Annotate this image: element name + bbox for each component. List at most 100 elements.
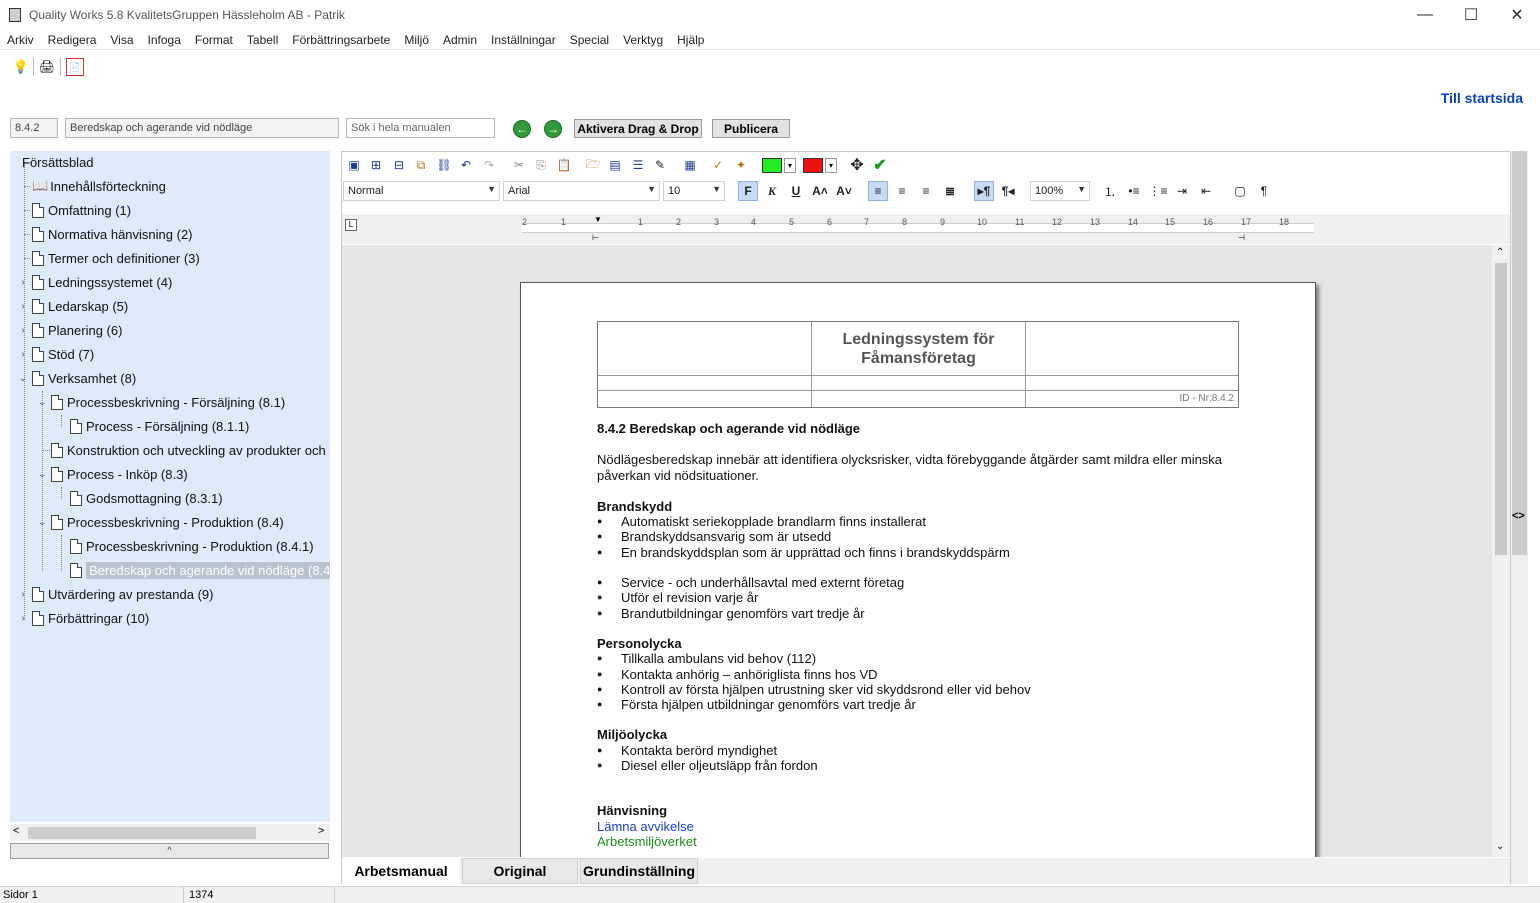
chevron-down-icon[interactable]: ⌄ <box>37 469 47 480</box>
back-arrow-icon[interactable]: ← <box>513 120 531 138</box>
scroll-thumb[interactable] <box>1495 263 1507 555</box>
pdf-icon[interactable]: 📄 <box>66 58 84 76</box>
panel-vertical-scrollbar[interactable]: <> <box>1511 151 1528 884</box>
ruler[interactable]: L 2 1 1 2 3 4 5 6 7 8 9 10 11 12 13 14 1… <box>342 214 1510 244</box>
menu-arkiv[interactable]: Arkiv <box>0 30 41 50</box>
pen-icon[interactable]: ✎ <box>650 155 670 175</box>
menu-forbattringsarbete[interactable]: Förbättringsarbete <box>285 30 397 50</box>
tree-item-stod[interactable]: › Stöd (7) <box>21 344 94 364</box>
print-icon[interactable]: 🖨 <box>38 58 56 76</box>
indent-icon[interactable]: ⇥ <box>1172 181 1192 201</box>
tree-item-utvardering[interactable]: › Utvärdering av prestanda (9) <box>21 584 213 604</box>
first-line-indent-marker[interactable]: ▼ <box>594 215 602 224</box>
redo-icon[interactable]: ↷ <box>479 155 499 175</box>
menu-format[interactable]: Format <box>188 30 240 50</box>
tab-original[interactable]: Original <box>462 858 578 884</box>
italic-button[interactable]: K <box>762 181 782 201</box>
chevron-right-icon[interactable]: › <box>18 589 28 600</box>
scroll-thumb[interactable] <box>1512 151 1527 555</box>
tree-item-termer[interactable]: Termer och definitioner (3) <box>32 248 200 268</box>
thesaurus-icon[interactable]: ✦ <box>731 155 751 175</box>
document-canvas[interactable]: Ledningssystem för Fåmansföretag ID - Nr… <box>342 245 1492 857</box>
font-select[interactable]: Arial ▼ <box>503 181 660 201</box>
rtl-icon[interactable]: ¶◂ <box>998 181 1018 201</box>
text-color-dropdown-icon[interactable]: ▾ <box>784 158 796 173</box>
ltr-icon[interactable]: ▸¶ <box>974 181 994 201</box>
align-left-icon[interactable]: ≡ <box>868 181 888 201</box>
bulb-icon[interactable]: 💡 <box>12 58 30 76</box>
tree-item-ledarskap[interactable]: › Ledarskap (5) <box>21 296 128 316</box>
chevron-down-icon[interactable]: ⌄ <box>37 517 47 528</box>
document-body[interactable]: 8.4.2 Beredskap och agerande vid nödläge… <box>597 421 1247 849</box>
tab-arbetsmanual[interactable]: Arbetsmanual <box>342 858 460 884</box>
right-indent-marker[interactable]: ⊣ <box>1238 233 1245 242</box>
grow-font-icon[interactable]: A˄ <box>810 181 830 201</box>
collapse-panel-button[interactable]: ^ <box>10 843 329 859</box>
scroll-down-icon[interactable]: ⌄ <box>1496 841 1504 852</box>
list-format-icon[interactable]: ☰ <box>628 155 648 175</box>
menu-infoga[interactable]: Infoga <box>141 30 188 50</box>
chevron-right-icon[interactable]: › <box>18 277 28 288</box>
scroll-right-icon[interactable]: > <box>318 825 324 837</box>
menu-installningar[interactable]: Inställningar <box>484 30 563 50</box>
page-icon[interactable]: ▢ <box>1230 181 1250 201</box>
document-vertical-scrollbar[interactable]: ⌃ ⌄ <box>1492 245 1510 857</box>
tree-item-beredskap[interactable]: Beredskap och agerande vid nödläge (8.4 <box>70 560 330 580</box>
tree-item-forsattsblad[interactable]: Försättsblad <box>22 152 94 172</box>
search-input[interactable]: Sök i hela manualen <box>346 118 495 138</box>
align-right-icon[interactable]: ≡ <box>916 181 936 201</box>
left-indent-marker[interactable]: ⊢ <box>592 233 599 242</box>
menu-hjalp[interactable]: Hjälp <box>670 30 711 50</box>
paste-icon[interactable]: 📋 <box>554 155 574 175</box>
highlight-color-swatch[interactable] <box>803 158 823 173</box>
tree-item-normativa[interactable]: Normativa hänvisning (2) <box>32 224 193 244</box>
chevron-right-icon[interactable]: › <box>18 613 28 624</box>
link-icon[interactable]: ⛓ <box>434 155 454 175</box>
chevron-down-icon[interactable]: ⌄ <box>18 373 28 384</box>
checkmark-icon[interactable]: ✔ <box>870 155 890 175</box>
tree-item-process-inkop[interactable]: ⌄ Process - Inköp (8.3) <box>38 464 188 484</box>
open-folder-icon[interactable]: 🗁 <box>583 155 603 175</box>
menu-miljo[interactable]: Miljö <box>397 30 436 50</box>
properties-icon[interactable]: ⧉ <box>411 155 431 175</box>
zoom-select[interactable]: 100% ▼ <box>1030 181 1090 201</box>
tree-item-process-produktion[interactable]: ⌄ Processbeskrivning - Produktion (8.4) <box>38 512 284 532</box>
close-button[interactable]: ✕ <box>1494 0 1540 30</box>
publish-button[interactable]: Publicera <box>712 119 790 138</box>
tree-item-forbattringar[interactable]: › Förbättringar (10) <box>21 608 149 628</box>
bold-button[interactable]: F <box>738 181 758 201</box>
menu-special[interactable]: Special <box>563 30 616 50</box>
tree-item-planering[interactable]: › Planering (6) <box>21 320 122 340</box>
image-icon[interactable]: ▤ <box>605 155 625 175</box>
numbered-list-icon[interactable]: ⒈ <box>1100 181 1120 201</box>
move-icon[interactable]: ✥ <box>847 155 867 175</box>
home-link[interactable]: Till startsida <box>1441 90 1523 106</box>
style-select[interactable]: Normal ▼ <box>343 181 500 201</box>
chevron-right-icon[interactable]: › <box>18 301 28 312</box>
tree-item-innehall[interactable]: 📖 Innehållsförteckning <box>32 176 166 196</box>
chevron-right-icon[interactable]: › <box>18 349 28 360</box>
shrink-font-icon[interactable]: A˅ <box>834 181 854 201</box>
section-number-field[interactable]: 8.4.2 <box>10 118 58 138</box>
delete-row-icon[interactable]: ⊟ <box>389 155 409 175</box>
copy-icon[interactable]: ⎘ <box>531 155 551 175</box>
font-size-select[interactable]: 10 ▼ <box>663 181 725 201</box>
undo-icon[interactable]: ↶ <box>456 155 476 175</box>
outdent-icon[interactable]: ⇤ <box>1196 181 1216 201</box>
maximize-button[interactable]: ☐ <box>1448 0 1494 30</box>
scroll-up-icon[interactable]: ⌃ <box>1496 247 1504 258</box>
save-icon[interactable]: ▣ <box>344 155 364 175</box>
menu-visa[interactable]: Visa <box>103 30 140 50</box>
arbetsmiljoverket-link[interactable]: Arbetsmiljöverket <box>597 834 1247 849</box>
cut-icon[interactable]: ✂ <box>509 155 529 175</box>
tree-item-omfattning[interactable]: Omfattning (1) <box>32 200 131 220</box>
spellcheck-icon[interactable]: ✓ <box>708 155 728 175</box>
multilevel-list-icon[interactable]: ⋮≡ <box>1148 181 1168 201</box>
drag-drop-button[interactable]: Aktivera Drag & Drop <box>574 119 702 138</box>
highlight-dropdown-icon[interactable]: ▾ <box>825 158 837 173</box>
scroll-left-icon[interactable]: < <box>13 825 19 837</box>
tree-item-konstruktion[interactable]: Konstruktion och utveckling av produkter… <box>51 440 326 460</box>
chevron-right-icon[interactable]: › <box>18 325 28 336</box>
menu-redigera[interactable]: Redigera <box>41 30 104 50</box>
table-icon[interactable]: ▦ <box>680 155 700 175</box>
